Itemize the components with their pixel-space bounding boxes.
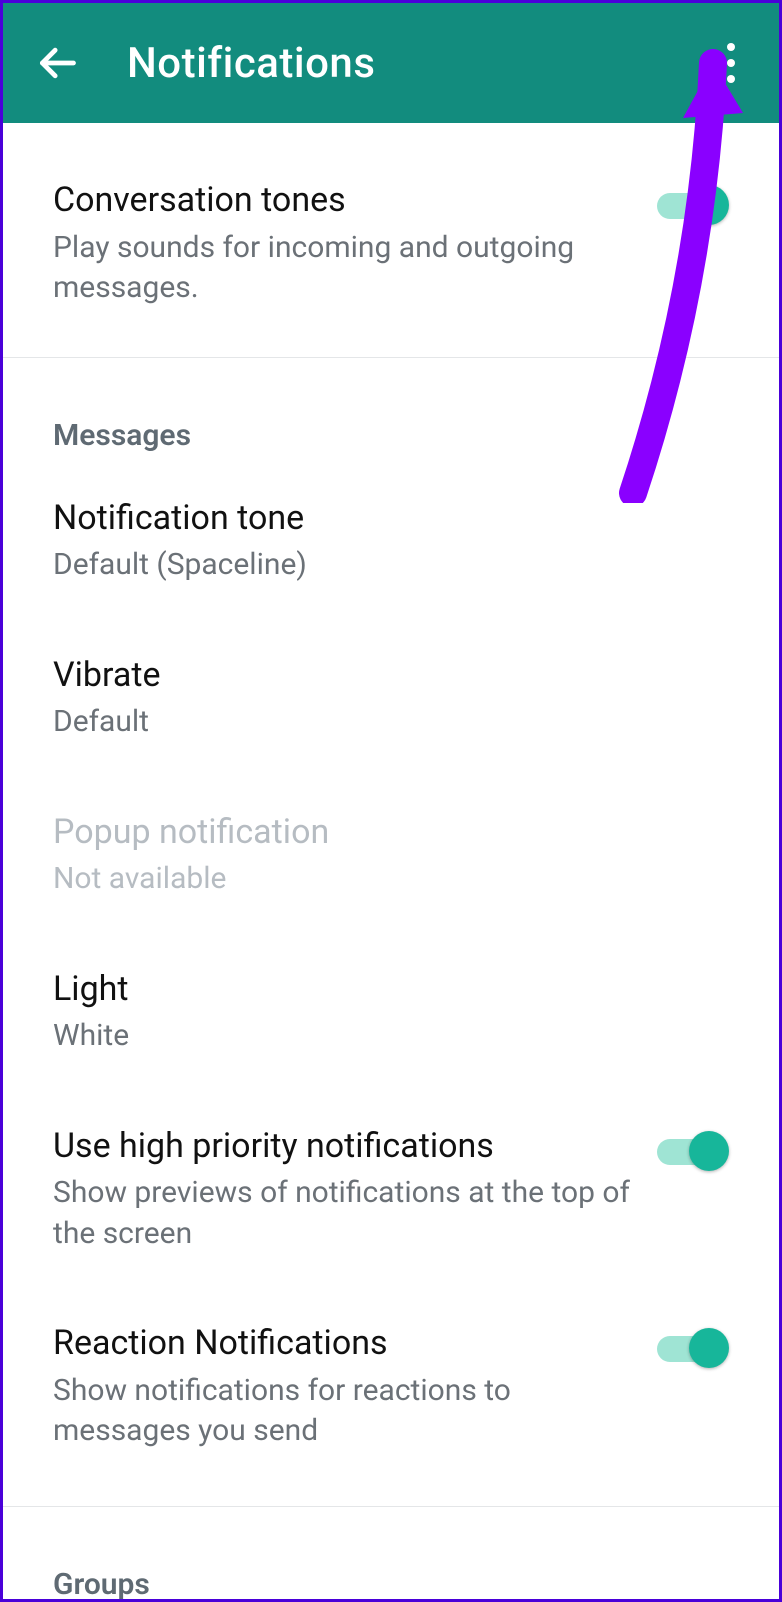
setting-subtitle: Show previews of notifications at the to…: [53, 1173, 637, 1254]
conversation-tones-toggle[interactable]: [657, 185, 729, 225]
setting-subtitle: Play sounds for incoming and outgoing me…: [53, 228, 637, 309]
light-row[interactable]: Light White: [3, 934, 779, 1091]
app-bar: Notifications: [3, 3, 779, 123]
settings-list: Conversation tones Play sounds for incom…: [3, 123, 779, 1602]
setting-subtitle: Default (Spaceline): [53, 545, 709, 586]
more-options-button[interactable]: [707, 33, 755, 93]
notification-tone-row[interactable]: Notification tone Default (Spaceline): [3, 463, 779, 620]
back-arrow-icon: [35, 41, 79, 85]
conversation-tones-row[interactable]: Conversation tones Play sounds for incom…: [3, 123, 779, 357]
page-title: Notifications: [127, 39, 707, 88]
setting-title: Conversation tones: [53, 179, 637, 222]
setting-subtitle: Show notifications for reactions to mess…: [53, 1371, 637, 1452]
section-header-messages: Messages: [3, 358, 779, 463]
setting-subtitle: Default: [53, 702, 709, 743]
high-priority-row[interactable]: Use high priority notifications Show pre…: [3, 1091, 779, 1289]
vibrate-row[interactable]: Vibrate Default: [3, 620, 779, 777]
setting-title: Popup notification: [53, 811, 709, 854]
reaction-toggle[interactable]: [657, 1328, 729, 1368]
high-priority-toggle[interactable]: [657, 1131, 729, 1171]
setting-title: Light: [53, 968, 709, 1011]
section-header-groups: Groups: [3, 1507, 779, 1602]
back-button[interactable]: [27, 33, 87, 93]
reaction-notifications-row[interactable]: Reaction Notifications Show notification…: [3, 1288, 779, 1486]
setting-title: Vibrate: [53, 654, 709, 697]
setting-title: Reaction Notifications: [53, 1322, 637, 1365]
setting-title: Notification tone: [53, 497, 709, 540]
popup-notification-row: Popup notification Not available: [3, 777, 779, 934]
setting-subtitle: Not available: [53, 859, 709, 900]
setting-title: Use high priority notifications: [53, 1125, 637, 1168]
setting-subtitle: White: [53, 1016, 709, 1057]
more-vert-icon: [727, 43, 735, 83]
